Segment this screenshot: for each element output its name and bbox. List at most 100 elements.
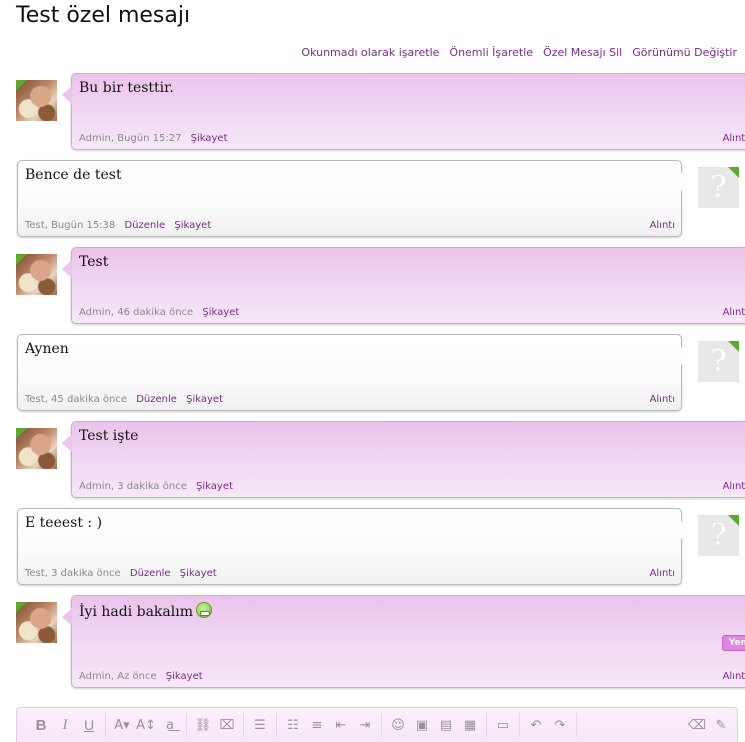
message-bubble: Bu bir testtir. Admin, Bugün 15:27 Şikay… <box>62 73 745 150</box>
toggle-bbcode-icon[interactable]: ✎ <box>711 715 731 735</box>
mark-important-link[interactable]: Önemli İşaretle <box>449 46 533 59</box>
insert-image-icon[interactable]: ▣ <box>412 715 432 735</box>
message-author[interactable]: Admin <box>79 307 111 318</box>
new-badge: Yeni <box>721 635 745 651</box>
save-draft-icon[interactable]: ▭ <box>493 715 513 735</box>
text-color-icon[interactable]: A▾ <box>112 715 132 735</box>
message-meta: Admin, Bugün 15:27 Şikayet <box>79 133 228 144</box>
numbered-list-icon[interactable]: ≡ <box>307 715 327 735</box>
avatar[interactable]: ? <box>698 515 739 556</box>
message-time: 45 dakika önce <box>51 394 128 405</box>
quote-link[interactable]: Alıntı <box>723 307 745 318</box>
message-bubble: Test Admin, 46 dakika önce Şikayet Alınt… <box>62 247 745 324</box>
avatar[interactable]: ? <box>698 341 739 382</box>
toolbar-group-tools: ⌫ ✎ <box>681 713 737 737</box>
message-meta: Test, 3 dakika önce Düzenle Şikayet <box>25 568 217 579</box>
message-item: Bu bir testtir. Admin, Bugün 15:27 Şikay… <box>16 73 745 150</box>
message-time: Az önce <box>117 671 157 682</box>
message-item: Test işte Admin, 3 dakika önce Şikayet A… <box>16 421 745 498</box>
message-author[interactable]: Admin <box>79 671 111 682</box>
message-item: Test Admin, 46 dakika önce Şikayet Alınt… <box>16 247 745 324</box>
toolbar-group-history: ↶ ↷ <box>520 713 577 737</box>
toolbar-group-font: A▾ A↕ a͟ <box>106 713 187 737</box>
online-indicator-icon <box>16 80 27 91</box>
link-icon[interactable]: ⛓ <box>193 715 213 735</box>
edit-link[interactable]: Düzenle <box>124 220 165 231</box>
avatar[interactable] <box>16 80 57 121</box>
unlink-icon[interactable]: ⌧ <box>217 715 237 735</box>
align-left-icon[interactable]: ☰ <box>250 715 270 735</box>
message-text-content: İyi hadi bakalım <box>79 604 193 620</box>
avatar[interactable] <box>16 428 57 469</box>
outdent-icon[interactable]: ⇤ <box>331 715 351 735</box>
toolbar-group-align: ☰ <box>244 713 277 737</box>
underline-icon[interactable]: U <box>79 715 99 735</box>
message-text: Bence de test <box>25 167 122 183</box>
message-time: Bugün 15:27 <box>117 133 182 144</box>
italic-icon[interactable]: I <box>55 715 75 735</box>
grin-emoticon-icon <box>196 602 212 618</box>
undo-icon[interactable]: ↶ <box>526 715 546 735</box>
report-link[interactable]: Şikayet <box>196 481 233 492</box>
insert-media-icon[interactable]: ▤ <box>436 715 456 735</box>
online-indicator-icon <box>16 428 27 439</box>
message-author[interactable]: Admin <box>79 481 111 492</box>
message-meta: Admin, Az önce Şikayet <box>79 671 203 682</box>
font-size-icon[interactable]: A↕ <box>136 715 156 735</box>
smilies-icon[interactable]: ☺ <box>388 715 408 735</box>
redo-icon[interactable]: ↷ <box>550 715 570 735</box>
quote-link[interactable]: Alıntı <box>723 481 745 492</box>
avatar[interactable] <box>16 254 57 295</box>
edit-link[interactable]: Düzenle <box>136 394 177 405</box>
message-bubble: Test işte Admin, 3 dakika önce Şikayet A… <box>62 421 745 498</box>
message-meta: Admin, 46 dakika önce Şikayet <box>79 307 239 318</box>
bullet-list-icon[interactable]: ☷ <box>283 715 303 735</box>
message-bubble: Aynen Test, 45 dakika önce Düzenle Şikay… <box>17 334 691 411</box>
toolbar-group-insert: ☺ ▣ ▤ ▦ <box>382 713 487 737</box>
message-author[interactable]: Test <box>25 568 45 579</box>
message-time: 3 dakika önce <box>51 568 121 579</box>
change-view-link[interactable]: Görünümü Değiştir <box>632 46 737 59</box>
quote-link[interactable]: Alıntı <box>650 220 675 231</box>
message-meta: Test, 45 dakika önce Düzenle Şikayet <box>25 394 223 405</box>
message-author[interactable]: Test <box>25 220 45 231</box>
message-item: İyi hadi bakalım Yeni Admin, Az önce Şik… <box>16 595 745 688</box>
bubble-tail <box>62 608 72 626</box>
avatar[interactable]: ? <box>698 167 739 208</box>
report-link[interactable]: Şikayet <box>202 307 239 318</box>
bubble-tail <box>681 173 691 191</box>
quote-link[interactable]: Alıntı <box>723 133 745 144</box>
message-bubble: E teeest : ) Test, 3 dakika önce Düzenle… <box>17 508 691 585</box>
mark-unread-link[interactable]: Okunmadı olarak işaretle <box>301 46 439 59</box>
report-link[interactable]: Şikayet <box>166 671 203 682</box>
report-link[interactable]: Şikayet <box>180 568 217 579</box>
message-text: İyi hadi bakalım <box>79 602 212 620</box>
message-item: Aynen Test, 45 dakika önce Düzenle Şikay… <box>16 334 740 411</box>
report-link[interactable]: Şikayet <box>191 133 228 144</box>
delete-conversation-link[interactable]: Özel Mesajı Sil <box>543 46 622 59</box>
quote-link[interactable]: Alıntı <box>723 671 745 682</box>
message-author[interactable]: Admin <box>79 133 111 144</box>
bubble-tail <box>62 434 72 452</box>
message-text: Test <box>79 254 109 270</box>
code-block-icon[interactable]: ▦ <box>460 715 480 735</box>
message-time: 46 dakika önce <box>117 307 194 318</box>
quote-link[interactable]: Alıntı <box>650 568 675 579</box>
report-link[interactable]: Şikayet <box>174 220 211 231</box>
message-item: Bence de test Test, Bugün 15:38 Düzenle … <box>16 160 740 237</box>
report-link[interactable]: Şikayet <box>186 394 223 405</box>
toolbar-group-lists: ☷ ≡ ⇤ ⇥ <box>277 713 382 737</box>
message-author[interactable]: Test <box>25 394 45 405</box>
bold-icon[interactable]: B <box>31 715 51 735</box>
indent-icon[interactable]: ⇥ <box>355 715 375 735</box>
edit-link[interactable]: Düzenle <box>130 568 171 579</box>
avatar[interactable] <box>16 602 57 643</box>
message-text: Aynen <box>25 341 69 357</box>
eraser-icon[interactable]: ⌫ <box>687 715 707 735</box>
remove-format-icon[interactable]: a͟ <box>160 715 180 735</box>
message-text: Bu bir testtir. <box>79 80 174 96</box>
message-time: Bugün 15:38 <box>51 220 116 231</box>
online-indicator-icon <box>16 254 27 265</box>
quote-link[interactable]: Alıntı <box>650 394 675 405</box>
online-indicator-icon <box>16 602 27 613</box>
